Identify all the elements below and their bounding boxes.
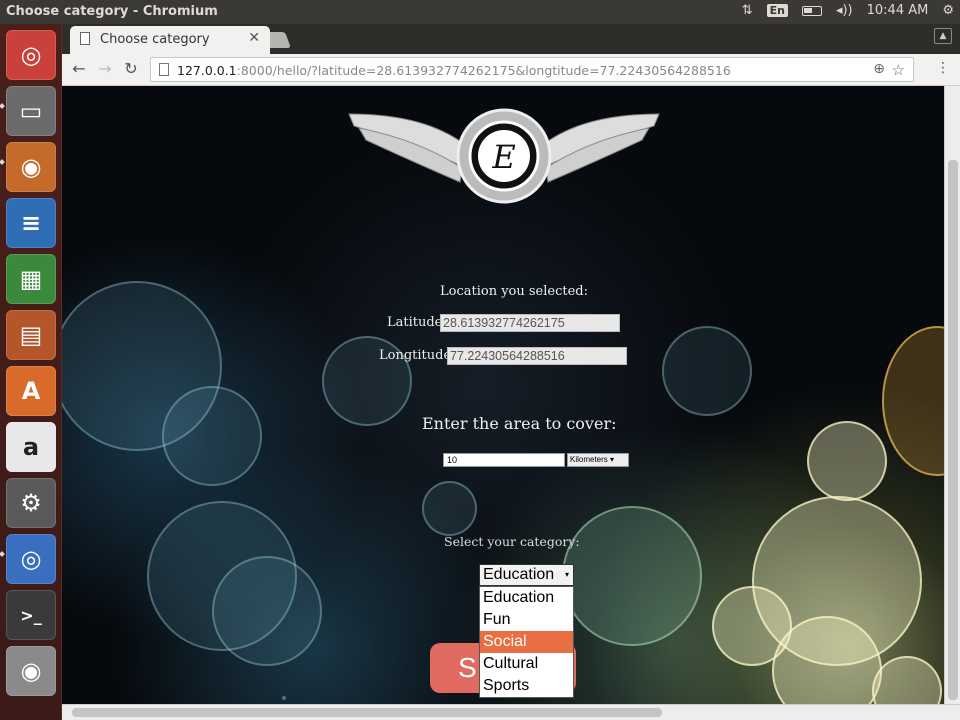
close-tab-icon[interactable]: ✕ <box>248 30 260 46</box>
svg-text:E: E <box>491 138 515 176</box>
profile-icon[interactable]: ▲ <box>934 28 952 44</box>
location-heading: Location you selected: <box>440 284 588 299</box>
unit-select[interactable]: Kilometers ▾ <box>567 453 629 467</box>
browser-toolbar: ← → ↻ 127.0.0.1:8000/hello/?latitude=28.… <box>62 54 960 86</box>
battery-icon[interactable] <box>801 5 822 16</box>
winged-logo-icon: E <box>348 108 660 204</box>
page-info-icon[interactable] <box>159 63 169 76</box>
longitude-label: Longtitude: <box>379 348 456 363</box>
horizontal-scrollbar[interactable] <box>62 704 960 720</box>
reload-icon[interactable]: ↻ <box>120 59 142 78</box>
calc-icon[interactable]: ▦ <box>6 254 56 304</box>
longitude-field[interactable]: 77.22430564288516 <box>447 347 627 365</box>
settings-gear-icon[interactable]: ⚙ <box>942 3 954 18</box>
back-arrow-icon[interactable]: ← <box>68 59 90 78</box>
ubuntu-icon[interactable]: ◎ <box>6 30 56 80</box>
firefox-icon[interactable]: ◉ <box>6 142 56 192</box>
files-icon[interactable]: ▭ <box>6 86 56 136</box>
menu-icon[interactable]: ⋮ <box>936 60 950 76</box>
software-center-icon[interactable]: A <box>6 366 56 416</box>
zoom-icon[interactable]: ⊕ <box>873 61 885 77</box>
page-content: E Location you selected: Latitude: 28.61… <box>62 86 944 704</box>
writer-icon[interactable]: ≡ <box>6 198 56 248</box>
tab-strip: Choose category ✕ ▲ <box>62 24 960 54</box>
bookmark-star-icon[interactable]: ☆ <box>892 61 905 79</box>
keyboard-layout-indicator[interactable]: En <box>766 4 788 17</box>
network-icon[interactable]: ⇅ <box>742 3 753 18</box>
area-heading: Enter the area to cover: <box>422 414 617 433</box>
category-option[interactable]: Cultural <box>480 653 573 675</box>
category-option[interactable]: Fun <box>480 609 573 631</box>
vertical-scrollbar[interactable] <box>944 86 960 704</box>
category-option-highlighted[interactable]: Social <box>480 631 573 653</box>
clock[interactable]: 10:44 AM <box>867 3 929 18</box>
latitude-label: Latitude: <box>387 315 447 330</box>
dvd-icon[interactable]: ◉ <box>6 646 56 696</box>
address-bar[interactable]: 127.0.0.1:8000/hello/?latitude=28.613932… <box>150 57 914 82</box>
category-heading: Select your category: <box>444 534 580 549</box>
chromium-icon[interactable]: ◎ <box>6 534 56 584</box>
category-select[interactable]: Education ▾ <box>479 564 574 586</box>
volume-icon[interactable]: ◂)) <box>836 3 853 18</box>
page-icon <box>80 32 90 45</box>
system-tray: ⇅ En ◂)) 10:44 AM ⚙ <box>742 3 954 18</box>
tab-choose-category[interactable]: Choose category ✕ <box>70 26 270 54</box>
top-panel: Choose category - Chromium ⇅ En ◂)) 10:4… <box>0 0 960 24</box>
tab-title: Choose category <box>100 32 210 47</box>
category-dropdown-list: Education Fun Social Cultural Sports <box>479 586 574 698</box>
category-option[interactable]: Education <box>480 587 573 609</box>
area-input[interactable]: 10 <box>443 453 565 467</box>
forward-arrow-icon[interactable]: → <box>94 59 116 78</box>
latitude-field[interactable]: 28.613932774262175 <box>440 314 620 332</box>
window-title: Choose category - Chromium <box>6 4 218 19</box>
impress-icon[interactable]: ▤ <box>6 310 56 360</box>
unity-launcher: ◎ ▭ ◉ ≡ ▦ ▤ A a ⚙ ◎ >_ ◉ <box>0 24 62 720</box>
amazon-icon[interactable]: a <box>6 422 56 472</box>
category-option[interactable]: Sports <box>480 675 573 697</box>
dropdown-arrow-icon: ▾ <box>564 570 569 579</box>
system-settings-icon[interactable]: ⚙ <box>6 478 56 528</box>
url-text[interactable]: 127.0.0.1:8000/hello/?latitude=28.613932… <box>177 63 731 78</box>
terminal-icon[interactable]: >_ <box>6 590 56 640</box>
